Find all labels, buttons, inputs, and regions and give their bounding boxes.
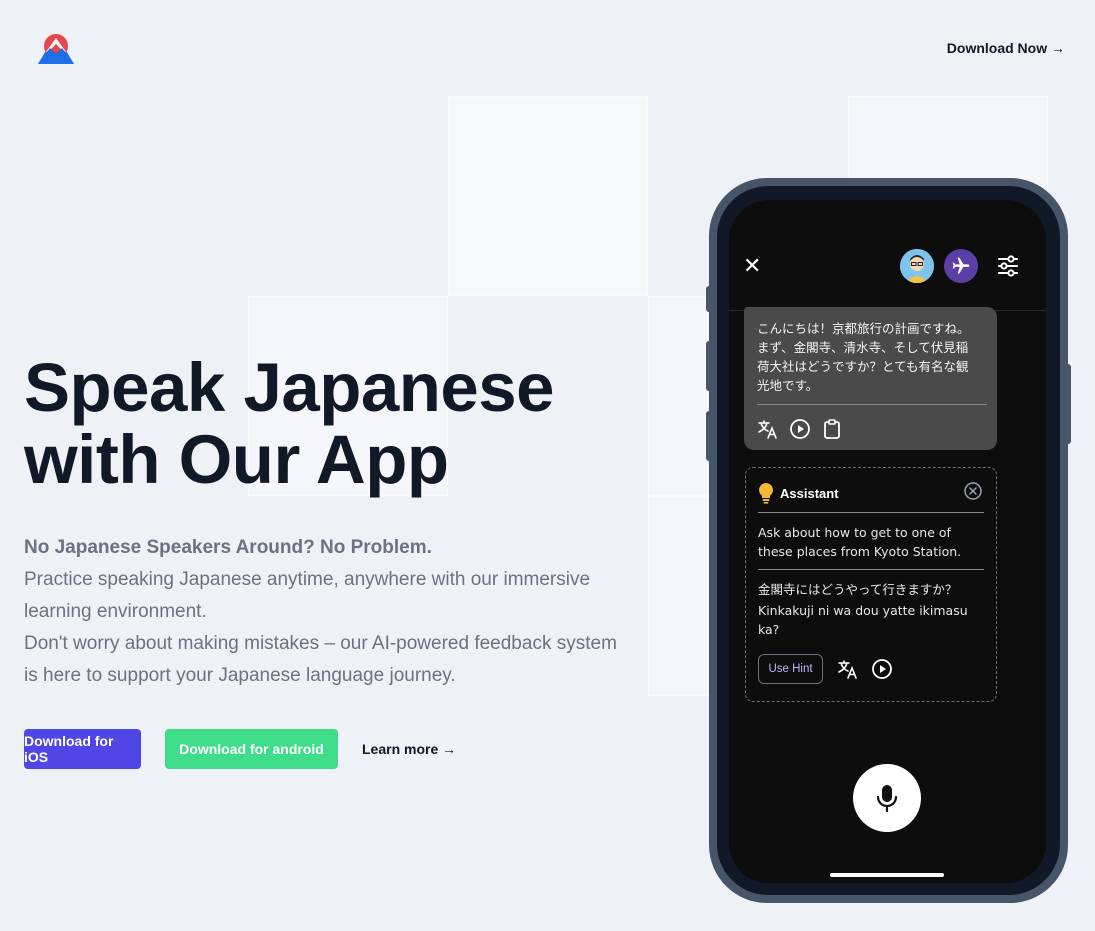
learn-more-link[interactable]: Learn more → bbox=[362, 741, 456, 757]
hint-line: these places from Kyoto Station. bbox=[758, 543, 962, 559]
hero-text-line: Don't worry about making mistakes – our … bbox=[24, 633, 617, 654]
message-actions bbox=[757, 418, 843, 440]
message-line: 光地です。 bbox=[757, 378, 819, 393]
hero-text-line: Practice speaking Japanese anytime, anyw… bbox=[24, 569, 591, 590]
assistant-hint-text: Ask about how to get to one of these pla… bbox=[758, 524, 980, 561]
phone-mockup: ✕ こんにちは！京都旅行の計画ですね。 まず、金閣寺、清水寺、そして伏見稲 荷大… bbox=[706, 178, 1071, 903]
translate-icon[interactable] bbox=[837, 658, 859, 680]
chat-message-text: こんにちは！京都旅行の計画ですね。 まず、金閣寺、清水寺、そして伏見稲 荷大社は… bbox=[757, 319, 979, 395]
hero-title-line: with Our App bbox=[24, 421, 449, 498]
hero-title: Speak Japanese with Our App bbox=[24, 349, 555, 498]
close-circle-icon[interactable] bbox=[964, 482, 982, 500]
romaji-line: ka? bbox=[758, 621, 780, 637]
message-line: 荷大社はどうですか？とても有名な観 bbox=[757, 359, 969, 374]
lightbulb-icon bbox=[759, 483, 773, 504]
assistant-actions: Use Hint bbox=[758, 654, 893, 684]
clipboard-icon[interactable] bbox=[821, 418, 843, 440]
hero-lead: No Japanese Speakers Around? No Problem. bbox=[24, 537, 432, 558]
airplane-icon[interactable] bbox=[944, 249, 978, 283]
microphone-icon bbox=[876, 785, 898, 813]
chat-message-bubble: こんにちは！京都旅行の計画ですね。 まず、金閣寺、清水寺、そして伏見稲 荷大社は… bbox=[744, 307, 997, 450]
assistant-title: Assistant bbox=[780, 486, 839, 501]
avatar[interactable] bbox=[900, 249, 934, 283]
use-hint-button[interactable]: Use Hint bbox=[758, 654, 823, 684]
cta-buttons: Download for iOS Download for android Le… bbox=[24, 729, 456, 769]
hint-line: Ask about how to get to one of bbox=[758, 525, 951, 540]
divider bbox=[757, 404, 987, 405]
download-android-button[interactable]: Download for android bbox=[165, 729, 338, 769]
translate-icon[interactable] bbox=[757, 418, 779, 440]
suggested-romaji: Kinkakuji ni wa dou yatte ikimasu ka? bbox=[758, 602, 983, 639]
hero-description: No Japanese Speakers Around? No Problem.… bbox=[24, 532, 664, 692]
romaji-line: Kinkakuji ni wa dou yatte ikimasu bbox=[758, 603, 968, 618]
hero-text-line: learning environment. bbox=[24, 601, 207, 622]
mountain-logo-icon[interactable] bbox=[36, 30, 76, 66]
assistant-card: Assistant Ask about how to get to one of… bbox=[745, 467, 997, 702]
download-ios-button[interactable]: Download for iOS bbox=[24, 729, 141, 769]
suggested-japanese: 金閣寺にはどうやって行きますか？ bbox=[758, 582, 958, 597]
divider bbox=[758, 569, 984, 570]
microphone-button[interactable] bbox=[853, 764, 921, 832]
message-line: まず、金閣寺、清水寺、そして伏見稲 bbox=[757, 340, 969, 355]
play-icon[interactable] bbox=[789, 418, 811, 440]
home-indicator bbox=[830, 873, 944, 877]
hero-title-line: Speak Japanese bbox=[24, 349, 555, 426]
play-icon[interactable] bbox=[871, 658, 893, 680]
download-now-link[interactable]: Download Now → bbox=[947, 40, 1065, 56]
message-line: こんにちは！京都旅行の計画ですね。 bbox=[757, 321, 970, 336]
hero-text-line: is here to support your Japanese languag… bbox=[24, 665, 456, 686]
close-icon[interactable]: ✕ bbox=[743, 255, 763, 277]
phone-screen: ✕ こんにちは！京都旅行の計画ですね。 まず、金閣寺、清水寺、そして伏見稲 荷大… bbox=[729, 200, 1046, 883]
sliders-icon[interactable] bbox=[997, 255, 1019, 277]
assistant-header: Assistant bbox=[758, 482, 984, 513]
